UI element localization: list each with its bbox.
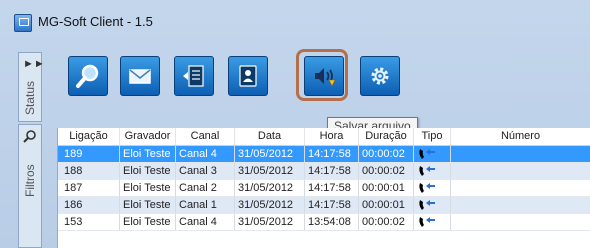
duracao-cell: 00:00:02: [359, 163, 414, 179]
incoming-call-icon: [419, 183, 435, 194]
numero-cell: [451, 214, 590, 230]
col-hora[interactable]: Hora: [305, 128, 359, 145]
duracao-cell: 00:00:02: [359, 214, 414, 230]
ligacao-cell: 189: [58, 146, 120, 162]
col-numero[interactable]: Número: [451, 128, 590, 145]
tab-status-label: Status: [23, 80, 37, 115]
col-canal[interactable]: Canal: [176, 128, 235, 145]
document-button[interactable]: [174, 56, 214, 96]
gravador-cell: Eloi Teste: [120, 214, 176, 230]
incoming-call-icon: [419, 166, 435, 177]
hora-cell: 14:17:58: [305, 146, 359, 162]
window-title: MG-Soft Client - 1.5: [38, 14, 153, 29]
data-cell: 31/05/2012: [235, 146, 305, 162]
canal-cell: Canal 3: [176, 163, 235, 179]
magnifier-icon: [76, 64, 99, 88]
search-icon[interactable]: [23, 129, 37, 143]
side-tab-strip: ►► Status Filtros: [18, 52, 45, 248]
numero-cell: [451, 180, 590, 196]
tipo-cell: [414, 146, 451, 162]
numero-cell: [451, 197, 590, 213]
col-data[interactable]: Data: [235, 128, 305, 145]
canal-cell: Canal 4: [176, 146, 235, 162]
canal-cell: Canal 1: [176, 197, 235, 213]
tipo-cell: [414, 214, 451, 230]
incoming-call-icon: [419, 200, 435, 211]
settings-button[interactable]: [360, 56, 400, 96]
contacts-button[interactable]: [228, 56, 268, 96]
expand-arrows-icon[interactable]: ►►: [23, 57, 45, 71]
document-icon: [183, 65, 204, 87]
ligacao-cell: 187: [58, 180, 120, 196]
data-cell: 31/05/2012: [235, 197, 305, 213]
col-duracao[interactable]: Duração: [359, 128, 414, 145]
tipo-cell: [414, 197, 451, 213]
contact-book-icon: [239, 65, 257, 87]
numero-cell: [451, 163, 590, 179]
hora-cell: 13:54:08: [305, 214, 359, 230]
email-button[interactable]: [120, 56, 160, 96]
numero-cell: [451, 146, 590, 162]
gear-icon: [371, 67, 389, 85]
search-button[interactable]: [68, 56, 108, 96]
save-button-highlight: [296, 49, 348, 101]
table-row[interactable]: 188 Eloi Teste Canal 3 31/05/2012 14:17:58 00…: [58, 163, 590, 180]
title-bar: MG-Soft Client - 1.5: [0, 0, 590, 38]
incoming-call-icon: [419, 149, 435, 160]
table-header: Ligação Gravador Canal Data Hora Duração…: [58, 128, 590, 146]
gravador-cell: Eloi Teste: [120, 180, 176, 196]
table-row[interactable]: 186 Eloi Teste Canal 1 31/05/2012 14:17:58 00…: [58, 197, 590, 214]
duracao-cell: 00:00:01: [359, 180, 414, 196]
hora-cell: 14:17:58: [305, 180, 359, 196]
hora-cell: 14:17:58: [305, 197, 359, 213]
col-tipo[interactable]: Tipo: [414, 128, 451, 145]
gravador-cell: Eloi Teste: [120, 197, 176, 213]
ligacao-cell: 188: [58, 163, 120, 179]
ligacao-cell: 186: [58, 197, 120, 213]
table-row[interactable]: 189 Eloi Teste Canal 4 31/05/2012 14:17:58 00…: [58, 146, 590, 163]
canal-cell: Canal 4: [176, 214, 235, 230]
tab-filtros-label: Filtros: [23, 164, 37, 197]
tab-status[interactable]: ►► Status: [18, 52, 45, 122]
tab-filtros[interactable]: Filtros: [18, 124, 42, 248]
tipo-cell: [414, 180, 451, 196]
table-row[interactable]: 153 Eloi Teste Canal 4 31/05/2012 13:54:08 00…: [58, 214, 590, 231]
data-cell: 31/05/2012: [235, 180, 305, 196]
duracao-cell: 00:00:02: [359, 146, 414, 162]
col-ligacao[interactable]: Ligação: [58, 128, 120, 145]
table-row[interactable]: 187 Eloi Teste Canal 2 31/05/2012 14:17:58 00…: [58, 180, 590, 197]
app-icon: [14, 14, 32, 32]
data-cell: 31/05/2012: [235, 163, 305, 179]
hora-cell: 14:17:58: [305, 163, 359, 179]
gravador-cell: Eloi Teste: [120, 146, 176, 162]
envelope-icon: [129, 69, 151, 84]
col-gravador[interactable]: Gravador: [120, 128, 176, 145]
tipo-cell: [414, 163, 451, 179]
ligacao-cell: 153: [58, 214, 120, 230]
data-cell: 31/05/2012: [235, 214, 305, 230]
gravador-cell: Eloi Teste: [120, 163, 176, 179]
duracao-cell: 00:00:01: [359, 197, 414, 213]
calls-table: Ligação Gravador Canal Data Hora Duração…: [57, 128, 590, 248]
canal-cell: Canal 2: [176, 180, 235, 196]
app-window: MG-Soft Client - 1.5 ►► Status Filtros S…: [0, 0, 590, 248]
incoming-call-icon: [419, 217, 435, 228]
